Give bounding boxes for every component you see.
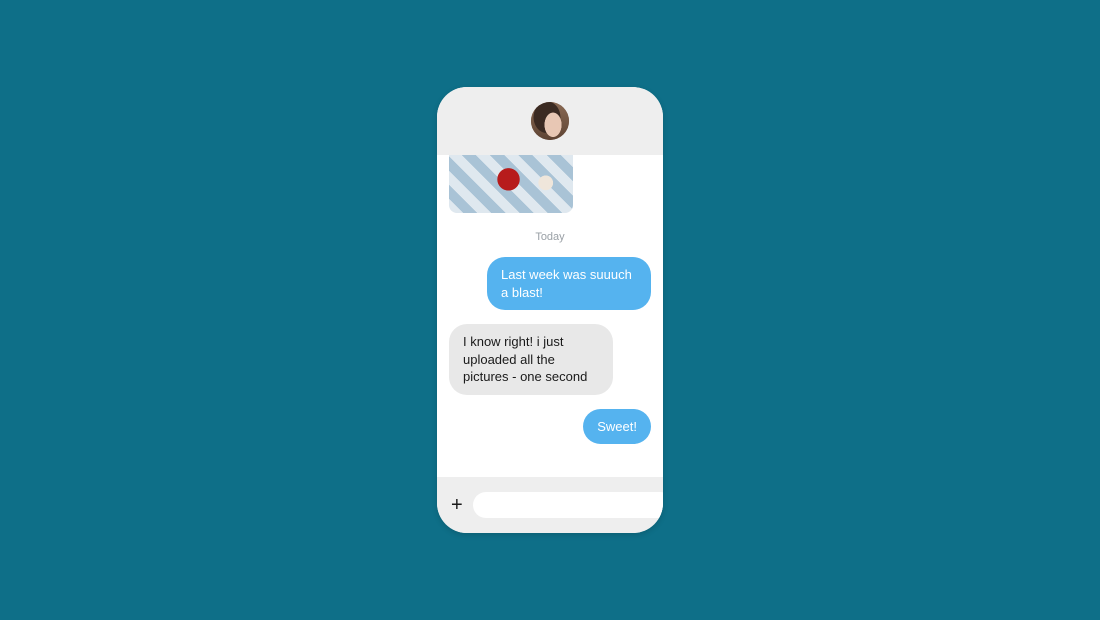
composer-bar: + (437, 477, 663, 533)
contact-avatar[interactable] (531, 102, 569, 140)
chat-header (437, 87, 663, 155)
message-bubble-sent[interactable]: Last week was suuuch a blast! (487, 257, 651, 310)
date-divider: Today (449, 231, 651, 243)
plus-icon[interactable]: + (451, 495, 463, 515)
image-message[interactable] (449, 155, 573, 213)
message-list[interactable]: Today Last week was suuuch a blast! I kn… (437, 155, 663, 477)
message-input[interactable] (473, 492, 663, 518)
message-text: Sweet! (597, 419, 637, 434)
message-text: Last week was suuuch a blast! (501, 267, 632, 300)
chat-app-frame: Today Last week was suuuch a blast! I kn… (437, 87, 663, 533)
message-bubble-received[interactable]: I know right! i just uploaded all the pi… (449, 324, 613, 395)
message-bubble-sent[interactable]: Sweet! (583, 409, 651, 445)
message-text: I know right! i just uploaded all the pi… (463, 334, 587, 384)
